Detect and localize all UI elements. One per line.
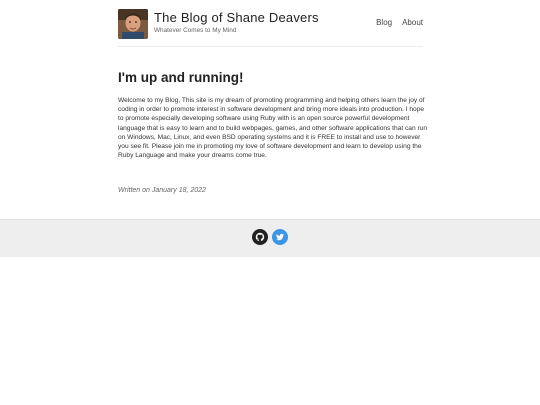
- site-tagline: Whatever Comes to My Mind: [154, 27, 237, 34]
- site-title[interactable]: The Blog of Shane Deavers: [154, 10, 319, 25]
- nav-link-about[interactable]: About: [402, 18, 423, 27]
- avatar-photo: [118, 9, 148, 39]
- main-nav: Blog About: [376, 18, 423, 27]
- github-link[interactable]: [252, 229, 268, 245]
- post-body: Welcome to my Blog, This site is my drea…: [118, 97, 428, 160]
- twitter-link[interactable]: [272, 229, 288, 245]
- nav-link-blog[interactable]: Blog: [376, 18, 392, 27]
- github-icon: [255, 232, 265, 242]
- twitter-icon: [276, 233, 285, 241]
- avatar[interactable]: [118, 9, 148, 39]
- page: The Blog of Shane Deavers Whatever Comes…: [0, 0, 540, 405]
- site-footer: [0, 219, 540, 257]
- site-header: The Blog of Shane Deavers Whatever Comes…: [118, 8, 423, 47]
- post-title: I'm up and running!: [118, 70, 244, 85]
- post-date: Written on January 18, 2022: [118, 187, 206, 194]
